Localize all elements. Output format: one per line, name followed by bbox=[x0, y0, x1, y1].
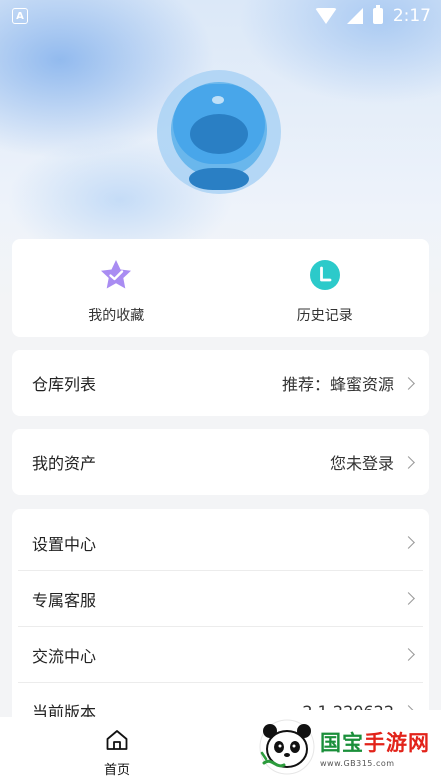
login-status-value: 您未登录 bbox=[329, 454, 394, 473]
status-bar: A 2:17 bbox=[0, 0, 441, 32]
signal-icon bbox=[346, 8, 363, 24]
repo-list-label: 仓库列表 bbox=[32, 375, 97, 394]
repo-list-row[interactable]: 仓库列表 推荐：蜂蜜资源 bbox=[12, 350, 429, 416]
wifi-icon bbox=[314, 8, 337, 24]
battery-icon bbox=[372, 5, 383, 24]
settings-center-row[interactable]: 设置中心 bbox=[18, 509, 423, 571]
history-label: 历史记录 bbox=[296, 308, 353, 324]
favorites-label: 我的收藏 bbox=[88, 308, 145, 324]
tab-home-label: 首页 bbox=[103, 763, 130, 778]
watermark-title-part1: 国宝 bbox=[320, 730, 364, 755]
history-button[interactable]: 历史记录 bbox=[221, 239, 430, 337]
community-center-label: 交流中心 bbox=[32, 646, 97, 666]
favorites-button[interactable]: 我的收藏 bbox=[12, 239, 221, 337]
customer-service-label: 专属客服 bbox=[32, 590, 97, 610]
status-time: 2:17 bbox=[392, 6, 431, 26]
repo-recommend-value: 推荐：蜂蜜资源 bbox=[281, 375, 394, 394]
chevron-right-icon bbox=[402, 536, 415, 549]
avatar[interactable] bbox=[157, 70, 281, 194]
quick-actions-card: 我的收藏 历史记录 bbox=[12, 239, 429, 337]
customer-service-row[interactable]: 专属客服 bbox=[18, 571, 423, 627]
panda-logo-icon bbox=[258, 719, 316, 775]
repo-list-card[interactable]: 仓库列表 推荐：蜂蜜资源 bbox=[12, 350, 429, 416]
community-center-row[interactable]: 交流中心 bbox=[18, 627, 423, 683]
watermark-title-part2: 手游网 bbox=[364, 730, 430, 755]
my-assets-row[interactable]: 我的资产 您未登录 bbox=[12, 429, 429, 495]
my-assets-label: 我的资产 bbox=[32, 454, 97, 473]
watermark-url: www.GB315.com bbox=[320, 758, 395, 768]
star-badge-icon bbox=[98, 257, 134, 293]
app-notification-icon: A bbox=[12, 8, 28, 24]
chevron-right-icon bbox=[402, 455, 415, 469]
settings-center-label: 设置中心 bbox=[32, 534, 97, 554]
site-watermark: 国宝手游网 www.GB315.com bbox=[244, 710, 441, 784]
tab-home[interactable]: 首页 bbox=[0, 717, 234, 784]
my-assets-card[interactable]: 我的资产 您未登录 bbox=[12, 429, 429, 495]
clock-icon bbox=[307, 257, 343, 293]
home-icon bbox=[105, 729, 129, 755]
chevron-right-icon bbox=[402, 376, 415, 390]
chevron-right-icon bbox=[402, 648, 415, 661]
chevron-right-icon bbox=[402, 592, 415, 605]
